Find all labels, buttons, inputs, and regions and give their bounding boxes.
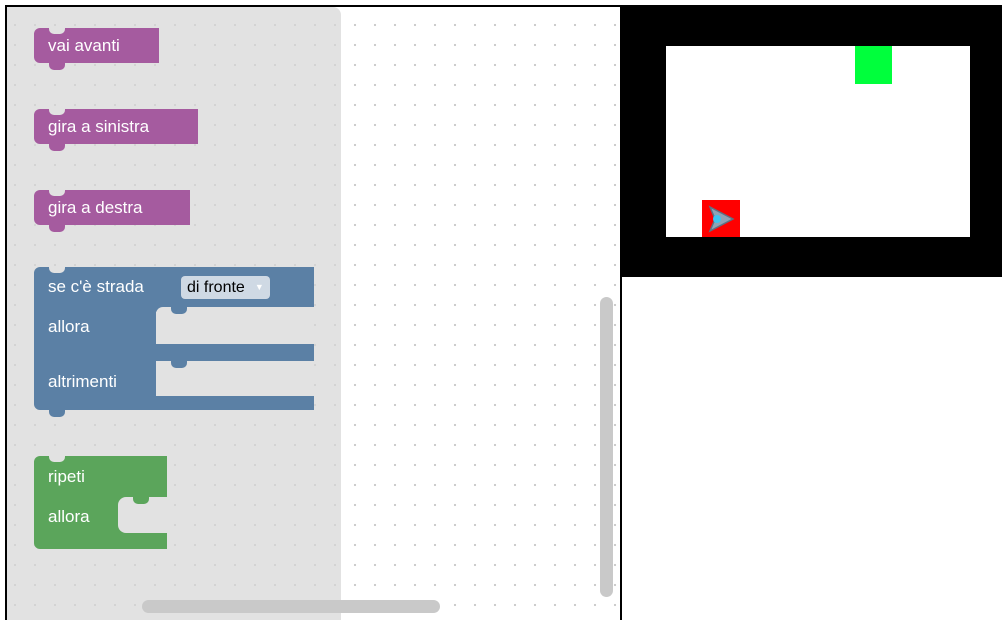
player-tile: [702, 200, 740, 237]
if-path-label: se c'è strada: [48, 277, 144, 296]
repeat-label: ripeti: [48, 467, 85, 486]
block-tab: [133, 497, 149, 504]
turn-right-label: gira a destra: [48, 198, 143, 217]
block-notch: [49, 267, 65, 273]
block-tab: [49, 410, 65, 417]
goal-tile: [855, 46, 892, 84]
block-tab: [171, 307, 187, 314]
turn-right-block[interactable]: gira a destra: [34, 190, 190, 232]
maze-board: [666, 46, 970, 237]
block-notch: [49, 190, 65, 196]
block-toolbox-flyout: vai avanti gira a sinistra gira a destra…: [7, 7, 341, 620]
block-notch: [49, 28, 65, 34]
block-notch: [49, 456, 65, 462]
vertical-scrollbar[interactable]: [600, 297, 613, 597]
block-tab: [171, 361, 187, 368]
move-forward-label: vai avanti: [48, 36, 120, 55]
direction-dropdown-value: di fronte: [187, 279, 245, 296]
horizontal-scrollbar[interactable]: [142, 600, 440, 613]
arrow-right-icon: [708, 205, 735, 233]
move-forward-block[interactable]: vai avanti: [34, 28, 159, 70]
block-tab: [49, 144, 65, 151]
else-label: altrimenti: [48, 372, 117, 391]
if-path-bottom-bar: [156, 396, 314, 410]
turn-left-label: gira a sinistra: [48, 117, 150, 136]
block-tab: [49, 225, 65, 232]
direction-dropdown[interactable]: di fronte ▼: [181, 276, 270, 299]
then-label: allora: [48, 317, 90, 336]
if-path-middle-bar: [156, 344, 314, 361]
block-notch: [49, 109, 65, 115]
dropdown-arrow-icon: ▼: [254, 282, 264, 292]
if-path-block[interactable]: se c'è strada di fronte ▼ allora altrimen…: [34, 267, 314, 417]
block-tab: [49, 63, 65, 70]
repeat-do-label: allora: [48, 507, 90, 526]
repeat-block[interactable]: ripeti allora: [34, 456, 167, 549]
turn-left-block[interactable]: gira a sinistra: [34, 109, 198, 151]
maze-display: [622, 5, 1002, 277]
blockly-workspace[interactable]: vai avanti gira a sinistra gira a destra…: [5, 5, 622, 620]
